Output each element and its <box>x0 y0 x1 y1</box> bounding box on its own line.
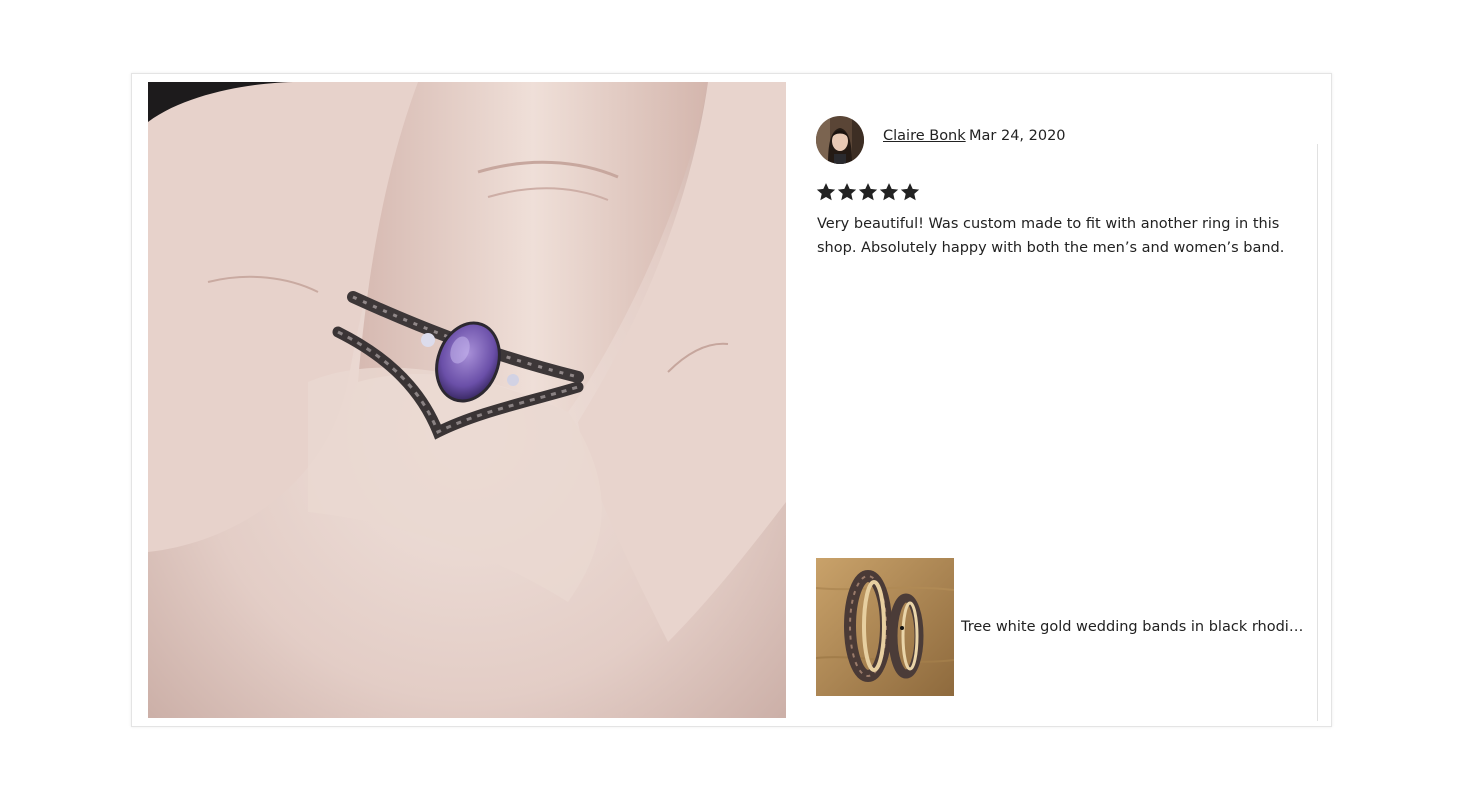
star-icon <box>879 182 899 202</box>
vertical-divider <box>1317 144 1318 721</box>
review-card: Claire Bonk Mar 24, 2020 Very beautiful!… <box>131 73 1332 727</box>
review-date: Mar 24, 2020 <box>969 128 1066 144</box>
listing-title[interactable]: Tree white gold wedding bands in black r… <box>961 619 1306 635</box>
star-rating <box>816 182 920 202</box>
review-text: Very beautiful! Was custom made to fit w… <box>817 216 1285 256</box>
star-icon <box>837 182 857 202</box>
wedding-bands-image <box>816 558 954 696</box>
reviewer-avatar[interactable] <box>816 116 864 164</box>
star-icon <box>816 182 836 202</box>
star-icon <box>858 182 878 202</box>
star-icon <box>900 182 920 202</box>
review-photo[interactable] <box>148 82 786 718</box>
ring-on-finger-image <box>148 82 786 718</box>
listing-thumbnail[interactable] <box>816 558 954 696</box>
reviewer-name-link[interactable]: Claire Bonk <box>883 128 966 144</box>
purchased-item-link[interactable]: Tree white gold wedding bands in black r… <box>816 558 1311 696</box>
avatar-image <box>816 116 864 164</box>
